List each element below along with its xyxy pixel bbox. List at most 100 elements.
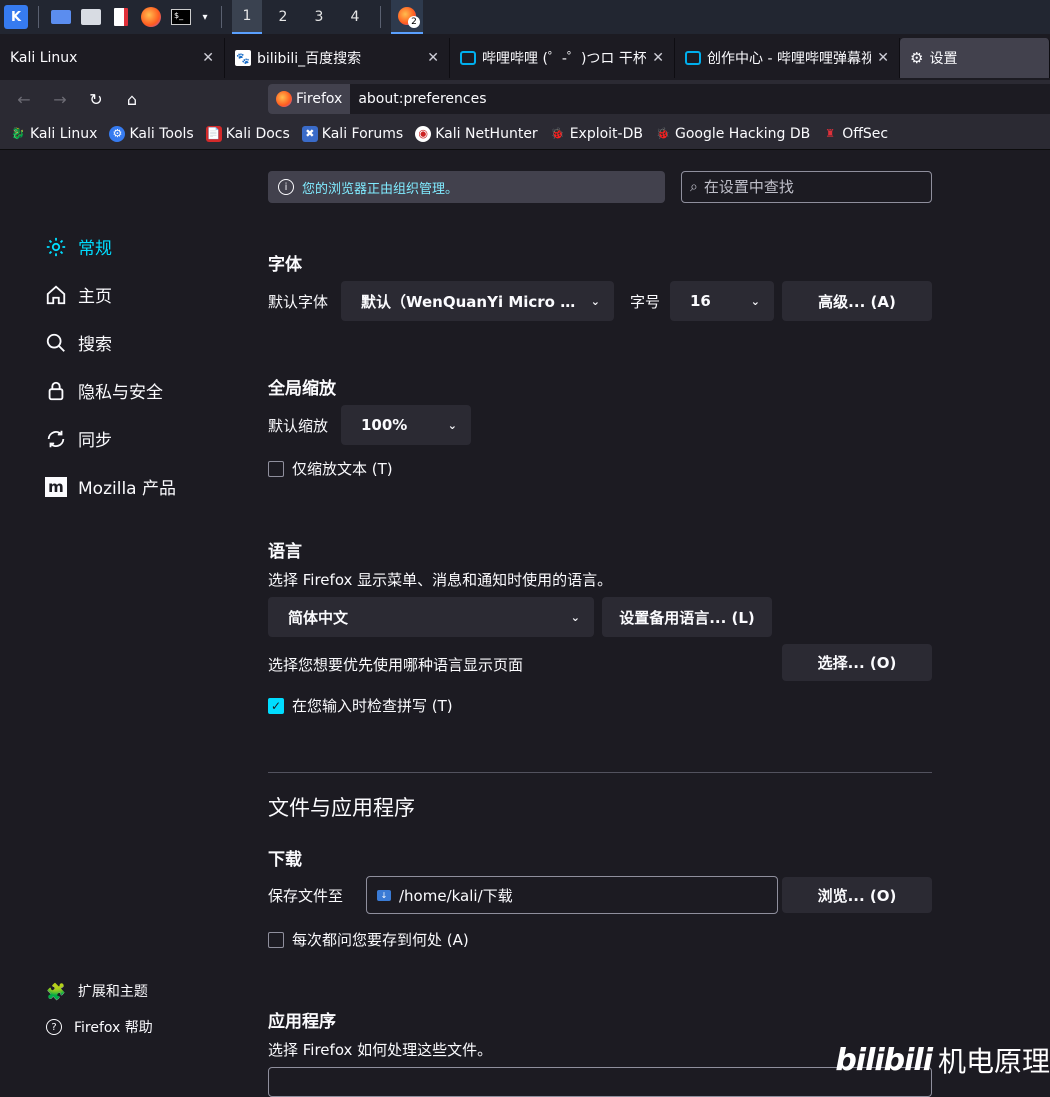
close-icon[interactable]: ✕ xyxy=(202,50,214,66)
zoom-text-only-checkbox[interactable]: 仅缩放文本 (T) xyxy=(268,458,393,479)
identity-label: Firefox xyxy=(296,91,343,107)
font-size-label: 字号 xyxy=(630,293,661,311)
tab-label: Kali Linux xyxy=(10,50,78,66)
bookmark-kali-tools[interactable]: ⚙ Kali Tools xyxy=(109,125,194,142)
default-font-label: 默认字体 xyxy=(268,293,329,311)
bookmarks-toolbar: 🐉 Kali Linux ⚙ Kali Tools 📄 Kali Docs ✖ Kali… xyxy=(0,118,1050,150)
alternative-languages-button[interactable]: 设置备用语言... (L) xyxy=(602,597,772,637)
info-icon: i xyxy=(278,179,294,195)
page-language-label: 选择您想要优先使用哪种语言显示页面 xyxy=(268,656,524,674)
download-folder-path: /home/kali/下载 xyxy=(399,886,513,905)
download-folder-field[interactable]: ↓ /home/kali/下载 xyxy=(366,876,778,914)
url-text[interactable]: about:preferences xyxy=(350,91,486,107)
browse-button[interactable]: 浏览... (O) xyxy=(782,877,932,913)
offsec-icon: ♜ xyxy=(825,127,836,140)
chevron-down-icon[interactable]: ▾ xyxy=(199,5,211,29)
applications-search-field[interactable] xyxy=(268,1067,932,1097)
ui-language-select[interactable]: 简体中文 ⌄ xyxy=(268,597,594,637)
close-icon[interactable]: ✕ xyxy=(652,50,664,66)
text-editor-icon[interactable] xyxy=(109,5,133,29)
desktop-icon[interactable] xyxy=(49,5,73,29)
tab-settings[interactable]: ⚙ 设置 xyxy=(900,38,1050,78)
mozilla-m-icon: m xyxy=(44,475,68,499)
policies-notice[interactable]: i 您的浏览器正由组织管理。 xyxy=(268,171,665,203)
bookmark-offsec[interactable]: ♜ OffSec xyxy=(822,126,888,142)
help-icon: ? xyxy=(46,1019,62,1035)
kali-menu-icon[interactable]: K xyxy=(4,5,28,29)
forward-button[interactable]: → xyxy=(42,80,78,118)
bilibili-tv-icon xyxy=(685,51,701,65)
choose-languages-button[interactable]: 选择... (O) xyxy=(782,644,932,681)
file-manager-icon[interactable] xyxy=(79,5,103,29)
workspace-2[interactable]: 2 xyxy=(268,0,298,34)
baidu-icon: 🐾 xyxy=(235,50,251,66)
back-button[interactable]: ← xyxy=(6,80,42,118)
tab-bilibili-search[interactable]: 🐾 bilibili_百度搜索 ✕ xyxy=(225,38,450,78)
bookmark-exploit-db[interactable]: 🐞 Exploit-DB xyxy=(550,126,643,142)
gear-icon xyxy=(44,235,68,259)
bookmark-google-hacking-db[interactable]: 🐞 Google Hacking DB xyxy=(655,126,810,142)
tab-bilibili-home[interactable]: 哔哩哔哩 (゜-゜)つロ 干杯 ✕ xyxy=(450,38,675,78)
panel-separator xyxy=(38,6,39,28)
spellcheck-checkbox[interactable]: ✓ 在您输入时检查拼写 (T) xyxy=(268,695,453,716)
sidebar-footer-label: Firefox 帮助 xyxy=(74,1020,153,1036)
sidebar-footer-addons[interactable]: 🧩 扩展和主题 xyxy=(46,981,148,1001)
default-font-select[interactable]: 默认（WenQuanYi Micro Hei） ⌄ xyxy=(341,281,614,321)
default-zoom-select[interactable]: 100% ⌄ xyxy=(341,405,471,445)
ghdb-icon: 🐞 xyxy=(656,127,670,140)
ui-language-value: 简体中文 xyxy=(288,608,349,627)
tab-kali-linux[interactable]: Kali Linux ✕ xyxy=(0,38,225,78)
advanced-fonts-button[interactable]: 高级... (A) xyxy=(782,281,932,321)
sidebar-item-privacy[interactable]: 隐私与安全 xyxy=(44,378,163,403)
identity-box[interactable]: Firefox xyxy=(268,84,351,114)
tab-label: bilibili_百度搜索 xyxy=(257,51,362,67)
firefox-icon[interactable] xyxy=(139,5,163,29)
navigation-toolbar: ← → ↻ ⌂ Firefox about:preferences xyxy=(0,80,1050,118)
close-icon[interactable]: ✕ xyxy=(427,50,439,66)
chevron-down-icon: ⌄ xyxy=(570,610,580,624)
terminal-icon[interactable]: $_ xyxy=(169,5,193,29)
close-icon[interactable]: ✕ xyxy=(877,50,889,66)
sidebar-footer-help[interactable]: ? Firefox 帮助 xyxy=(46,1017,153,1037)
chevron-down-icon: ⌄ xyxy=(590,294,600,308)
sidebar-item-search[interactable]: 搜索 xyxy=(44,330,112,355)
bookmark-kali-linux[interactable]: 🐉 Kali Linux xyxy=(10,126,97,142)
bilibili-watermark: bilibili 机电原理 xyxy=(835,1040,1050,1080)
url-bar[interactable]: Firefox about:preferences xyxy=(268,84,1050,114)
search-icon xyxy=(44,331,68,355)
font-size-value: 16 xyxy=(690,292,711,310)
font-size-select[interactable]: 16 ⌄ xyxy=(670,281,774,321)
reload-button[interactable]: ↻ xyxy=(78,80,114,118)
fonts-heading: 字体 xyxy=(268,255,302,275)
sidebar-item-home[interactable]: 主页 xyxy=(44,282,112,307)
sidebar-footer-label: 扩展和主题 xyxy=(77,984,148,1000)
sidebar-item-label: 搜索 xyxy=(78,335,112,355)
settings-search[interactable]: ⌕ xyxy=(681,171,932,203)
window-button-firefox[interactable]: 2 xyxy=(391,0,423,34)
default-font-value: 默认（WenQuanYi Micro Hei） xyxy=(361,292,585,311)
checkbox-box[interactable] xyxy=(268,460,284,477)
bookmark-kali-nethunter[interactable]: ◉ Kali NetHunter xyxy=(415,125,538,142)
language-description: 选择 Firefox 显示菜单、消息和通知时使用的语言。 xyxy=(268,571,613,589)
sidebar-item-general[interactable]: 常规 xyxy=(44,234,112,259)
checkbox-box[interactable]: ✓ xyxy=(268,697,284,714)
sidebar-item-label: 同步 xyxy=(78,431,112,451)
bilibili-tv-icon xyxy=(460,51,476,65)
preferences-page: i 您的浏览器正由组织管理。 ⌕ 常规 主页 搜索 隐私与安全 同步 xyxy=(0,151,1050,1097)
workspace-3[interactable]: 3 xyxy=(304,0,334,34)
workspace-1[interactable]: 1 xyxy=(232,0,262,34)
bookmark-kali-forums[interactable]: ✖ Kali Forums xyxy=(301,125,403,142)
gear-icon: ⚙ xyxy=(910,49,924,67)
home-button[interactable]: ⌂ xyxy=(114,80,150,118)
search-input[interactable] xyxy=(703,178,914,196)
folder-download-icon: ↓ xyxy=(377,889,391,901)
tab-label: 设置 xyxy=(929,51,958,67)
sidebar-item-mozilla-products[interactable]: m Mozilla 产品 xyxy=(44,474,176,499)
sidebar-item-sync[interactable]: 同步 xyxy=(44,426,112,451)
files-section-title: 文件与应用程序 xyxy=(268,796,415,820)
workspace-4[interactable]: 4 xyxy=(340,0,370,34)
tab-creator-center[interactable]: 创作中心 - 哔哩哔哩弹幕视 ✕ xyxy=(675,38,900,78)
bookmark-kali-docs[interactable]: 📄 Kali Docs xyxy=(205,125,290,142)
checkbox-box[interactable] xyxy=(268,931,284,948)
always-ask-checkbox[interactable]: 每次都问您要存到何处 (A) xyxy=(268,929,469,950)
